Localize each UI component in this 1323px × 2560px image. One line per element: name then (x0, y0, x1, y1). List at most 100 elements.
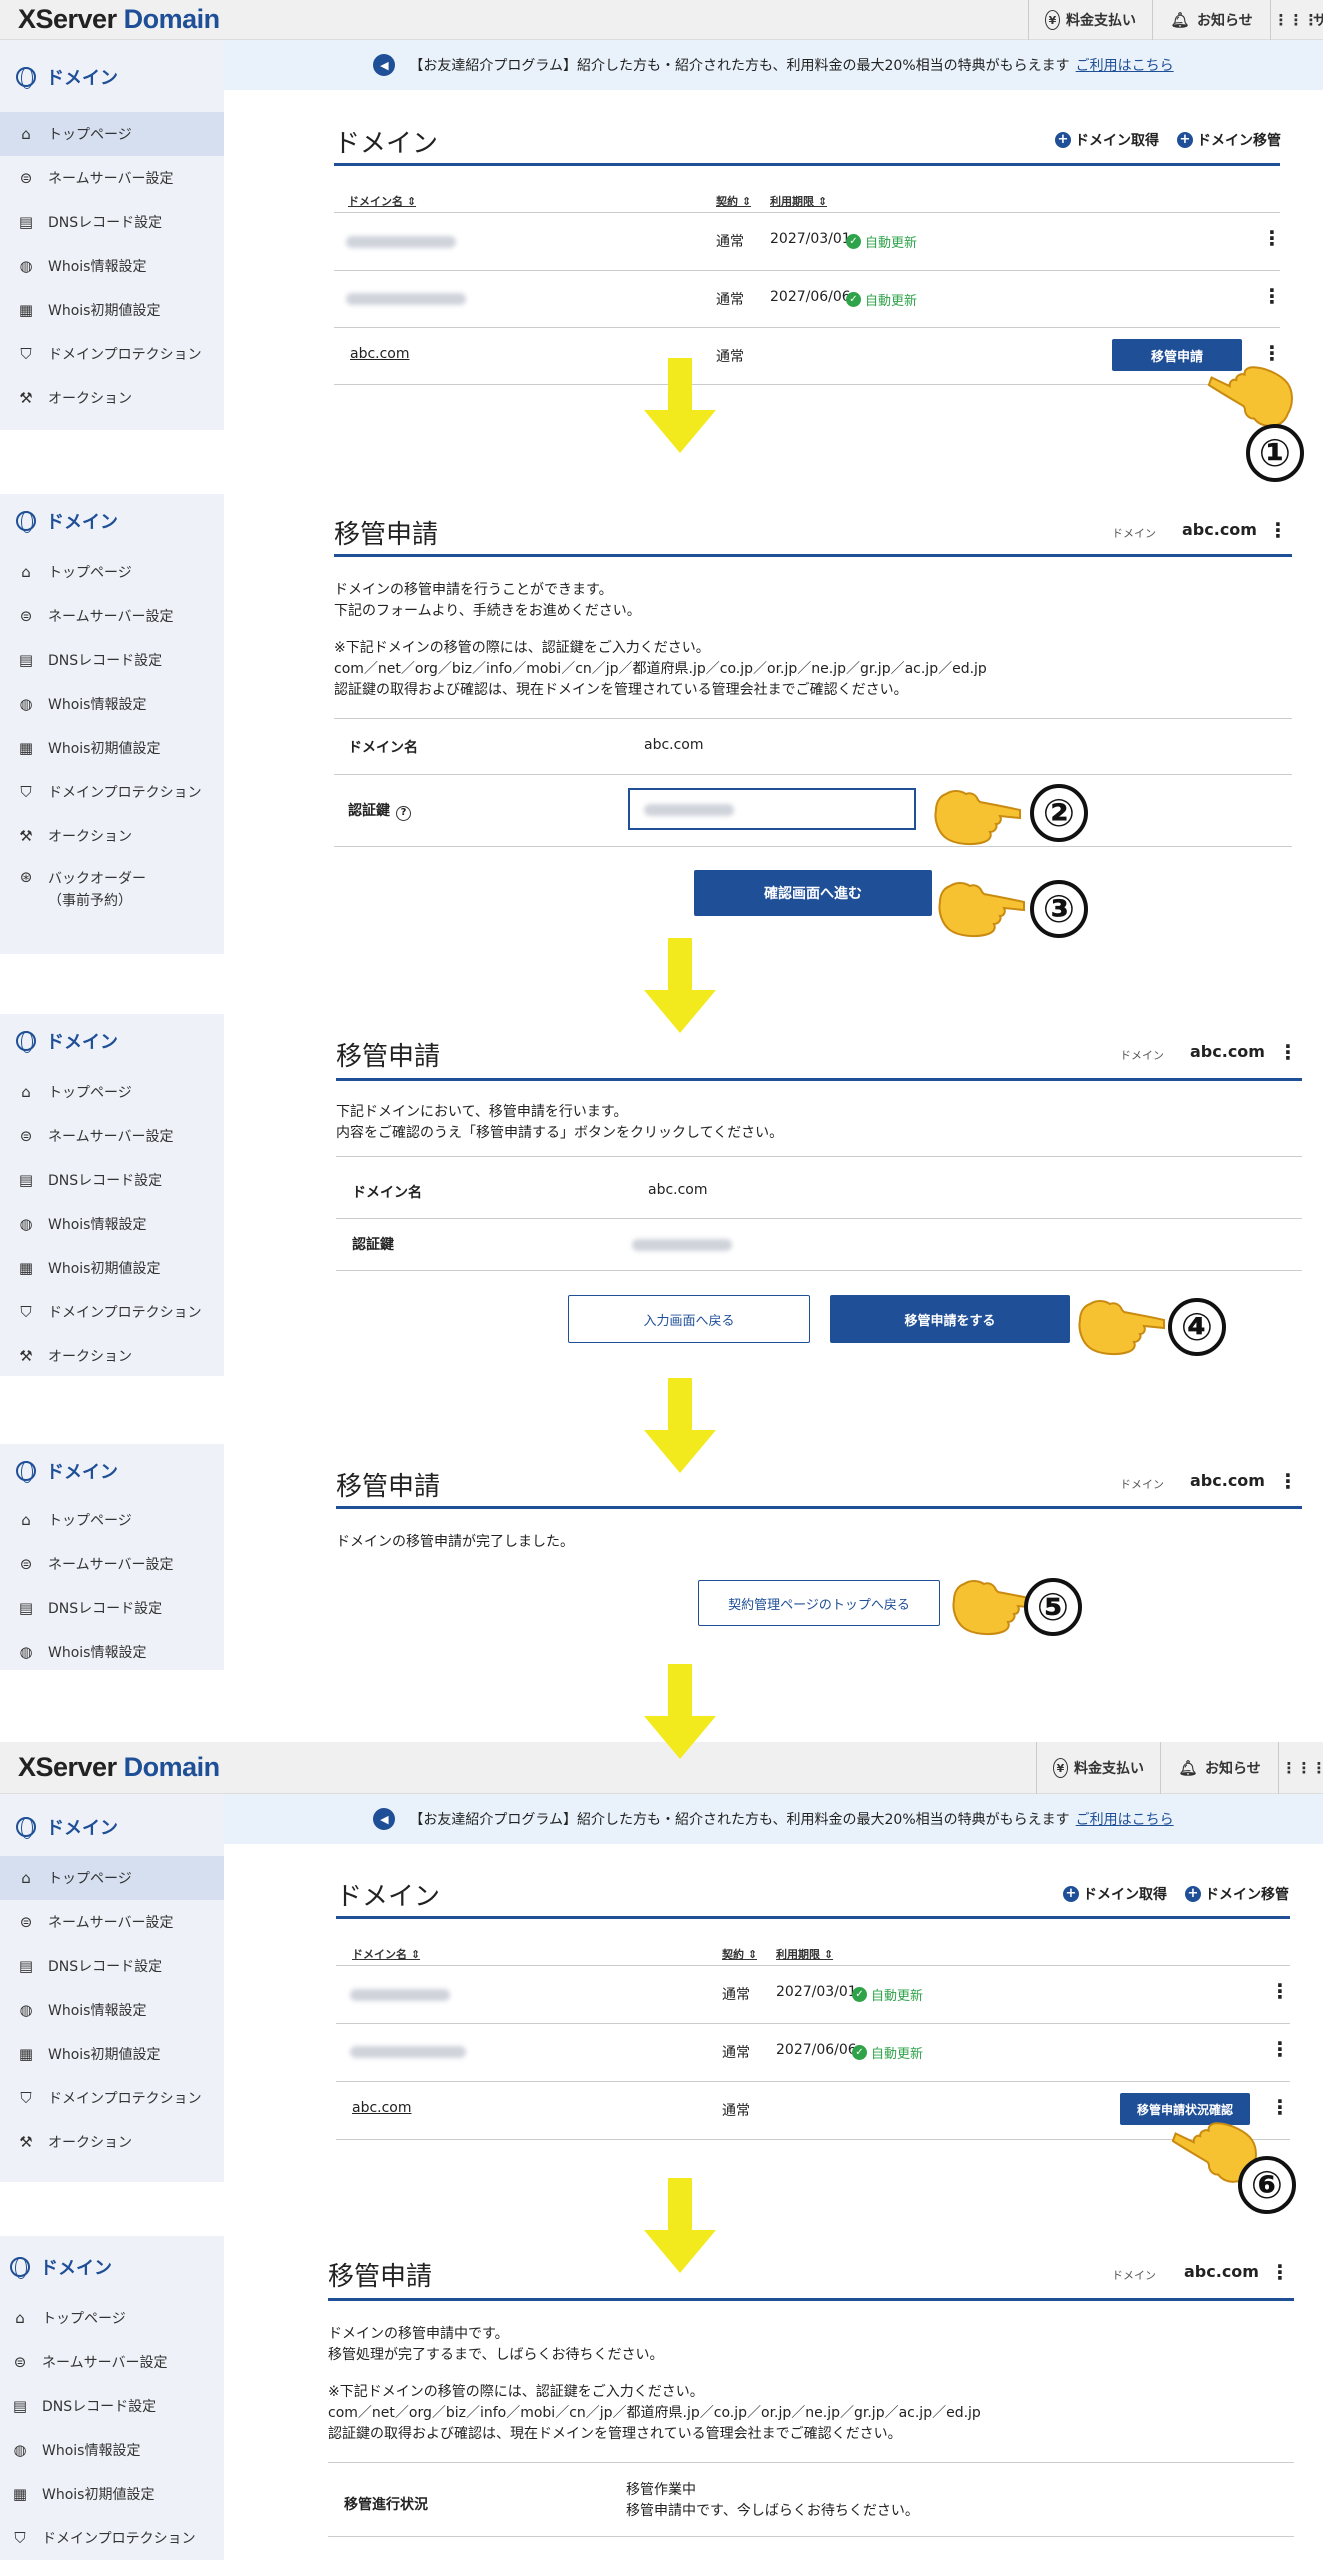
title-rule (334, 554, 1292, 557)
row-menu-icon[interactable]: ⋮ (1262, 284, 1282, 308)
sidebar: ドメイン ⌂ トップページ ⊜ ネームサーバー設定 ▤ DNSレコード設定 ◍ Whoi… (0, 1444, 224, 1670)
domain-name-link[interactable]: abc.com (352, 2100, 412, 2116)
help-icon[interactable]: ? (396, 806, 411, 821)
col-contract[interactable]: 契約 ⇕ (722, 1946, 757, 1962)
brand-logo-xserver: XServer (18, 4, 117, 34)
col-expiry[interactable]: 利用期限 ⇕ (770, 193, 827, 209)
sidebar-item-whois-default[interactable]: ▦ Whois初期値設定 (0, 2472, 224, 2516)
sidebar-item-protection[interactable]: ⛉ ドメインプロテクション (0, 2516, 224, 2560)
sidebar-item-nameserver[interactable]: ⊜ ネームサーバー設定 (0, 594, 224, 638)
sidebar-item-auction[interactable]: ⚒ オークション (0, 376, 224, 420)
brand-logo-domain: Domain (123, 4, 221, 34)
sidebar-item-whois[interactable]: ◍ Whois情報設定 (0, 244, 224, 288)
sidebar-item-dns[interactable]: ▤ DNSレコード設定 (0, 2384, 224, 2428)
confirm-button[interactable]: 確認画面へ進む (694, 870, 932, 916)
header-menu-icon[interactable]: ⋮ (1268, 518, 1288, 542)
brand-logo[interactable]: XServer Domain (18, 4, 220, 35)
sidebar: ドメイン ⌂ トップページ ⊜ ネームサーバー設定 ▤ DNSレコード設定 ◍ Whoi… (0, 2236, 224, 2560)
back-to-top-button[interactable]: 契約管理ページのトップへ戻る (698, 1580, 940, 1626)
sidebar-item-top[interactable]: ⌂ トップページ (0, 2296, 224, 2340)
header-menu-icon[interactable]: ⋮ (1278, 1040, 1298, 1064)
brand-logo[interactable]: XServer Domain (18, 1752, 220, 1783)
sidebar-item-nameserver[interactable]: ⊜ ネームサーバー設定 (0, 2340, 224, 2384)
sidebar-item-dns[interactable]: ▤ DNSレコード設定 (0, 1586, 224, 1630)
pay-button[interactable]: ¥ 料金支払い (1028, 0, 1152, 40)
blurred-auth-key (632, 1239, 732, 1251)
col-contract[interactable]: 契約 ⇕ (716, 193, 751, 209)
sidebar-item-whois[interactable]: ◍ Whois情報設定 (0, 1202, 224, 1246)
transfer-domain-link[interactable]: + ドメイン移管 (1177, 130, 1281, 150)
field-domain-value: abc.com (648, 1182, 708, 1198)
row-menu-icon[interactable]: ⋮ (1262, 226, 1282, 250)
service-menu-button[interactable]: ⋮⋮⋮ (1278, 1742, 1323, 1794)
sidebar-item-whois-default[interactable]: ▦ Whois初期値設定 (0, 288, 224, 332)
sidebar-item-top[interactable]: ⌂ トップページ (0, 1498, 224, 1542)
sidebar-item-whois-default[interactable]: ▦ Whois初期値設定 (0, 2032, 224, 2076)
divider (328, 2462, 1294, 2463)
sidebar-item-whois[interactable]: ◍ Whois情報設定 (0, 1630, 224, 1670)
plus-icon: + (1063, 1886, 1079, 1902)
sidebar-item-top[interactable]: ⌂ トップページ (0, 550, 224, 594)
service-menu-button[interactable]: ⋮⋮⋮ サ (1270, 0, 1323, 40)
sidebar-item-top[interactable]: ⌂ トップページ (0, 112, 224, 156)
sidebar-item-protection[interactable]: ⛉ ドメインプロテクション (0, 1290, 224, 1334)
col-domain-name[interactable]: ドメイン名 ⇕ (352, 1946, 420, 1962)
col-expiry[interactable]: 利用期限 ⇕ (776, 1946, 833, 1962)
header-menu-icon[interactable]: ⋮ (1278, 1469, 1298, 1493)
divider (336, 1965, 1290, 1966)
submit-transfer-button[interactable]: 移管申請をする (830, 1295, 1070, 1343)
auth-key-input[interactable] (628, 788, 916, 830)
sidebar-item-nameserver[interactable]: ⊜ ネームサーバー設定 (0, 1542, 224, 1586)
notice-button[interactable]: 🔔︎ お知らせ (1152, 0, 1270, 40)
sidebar-item-label: DNSレコード設定 (48, 1601, 163, 1617)
header-menu-icon[interactable]: ⋮ (1270, 2260, 1290, 2284)
sidebar-item-nameserver[interactable]: ⊜ ネームサーバー設定 (0, 1114, 224, 1158)
row-menu-icon[interactable]: ⋮ (1270, 1979, 1290, 2003)
sidebar-item-top[interactable]: ⌂ トップページ (0, 1070, 224, 1114)
sidebar-item-label: ネームサーバー設定 (48, 609, 174, 625)
sidebar-item-nameserver[interactable]: ⊜ ネームサーバー設定 (0, 156, 224, 200)
domain-name-link[interactable]: abc.com (350, 346, 410, 362)
sidebar-item-whois[interactable]: ◍ Whois情報設定 (0, 1988, 224, 2032)
sidebar-item-dns[interactable]: ▤ DNSレコード設定 (0, 1158, 224, 1202)
sidebar-item-protection[interactable]: ⛉ ドメインプロテクション (0, 332, 224, 376)
sidebar-item-whois-default[interactable]: ▦ Whois初期値設定 (0, 726, 224, 770)
sidebar-item-auction[interactable]: ⚒ オークション (0, 814, 224, 858)
sidebar-item-whois[interactable]: ◍ Whois情報設定 (0, 682, 224, 726)
acquire-domain-link[interactable]: + ドメイン取得 (1063, 1884, 1167, 1904)
sidebar-heading-label: ドメイン (46, 1032, 118, 1053)
sidebar-heading-label: ドメイン (40, 2258, 112, 2279)
sidebar-item-nameserver[interactable]: ⊜ ネームサーバー設定 (0, 1900, 224, 1944)
notice-button[interactable]: 🔔︎ お知らせ (1160, 1742, 1278, 1794)
sidebar-item-auction[interactable]: ⚒ オークション (0, 2120, 224, 2164)
pay-button[interactable]: ¥ 料金支払い (1036, 1742, 1160, 1794)
globe-icon (10, 2257, 30, 2279)
domain-value: abc.com (1182, 520, 1257, 539)
sidebar-item-dns[interactable]: ▤ DNSレコード設定 (0, 638, 224, 682)
row-menu-icon[interactable]: ⋮ (1270, 2095, 1290, 2119)
sidebar-item-whois-default[interactable]: ▦ Whois初期値設定 (0, 1246, 224, 1290)
sidebar-item-label: Whois初期値設定 (48, 741, 161, 757)
sidebar-item-backorder[interactable]: ⊛ バックオーダー （事前予約） (0, 858, 224, 922)
sidebar-item-label: Whois情報設定 (48, 2003, 147, 2019)
page-title: 移管申請 (336, 1042, 441, 1072)
sidebar-item-top[interactable]: ⌂ トップページ (0, 1856, 224, 1900)
banner-link[interactable]: ご利用はこちら (1076, 1809, 1174, 1829)
acquire-label: ドメイン取得 (1075, 133, 1159, 149)
sidebar-item-dns[interactable]: ▤ DNSレコード設定 (0, 200, 224, 244)
sidebar-item-dns[interactable]: ▤ DNSレコード設定 (0, 1944, 224, 1988)
sidebar-item-whois[interactable]: ◍ Whois情報設定 (0, 2428, 224, 2472)
back-to-input-button[interactable]: 入力画面へ戻る (568, 1295, 810, 1343)
sidebar-item-protection[interactable]: ⛉ ドメインプロテクション (0, 2076, 224, 2120)
acquire-domain-link[interactable]: + ドメイン取得 (1055, 130, 1159, 150)
sidebar-item-label: ドメインプロテクション (48, 785, 202, 801)
transfer-domain-link[interactable]: + ドメイン移管 (1185, 1884, 1289, 1904)
sidebar-item-protection[interactable]: ⛉ ドメインプロテクション (0, 770, 224, 814)
sidebar-item-auction[interactable]: ⚒ オークション (0, 1334, 224, 1376)
col-domain-name[interactable]: ドメイン名 ⇕ (348, 193, 416, 209)
step-number-3: ③ (1030, 880, 1088, 938)
home-icon: ⌂ (21, 1083, 31, 1101)
banner-link[interactable]: ご利用はこちら (1076, 55, 1174, 75)
row-menu-icon[interactable]: ⋮ (1262, 341, 1282, 365)
row-menu-icon[interactable]: ⋮ (1270, 2037, 1290, 2061)
